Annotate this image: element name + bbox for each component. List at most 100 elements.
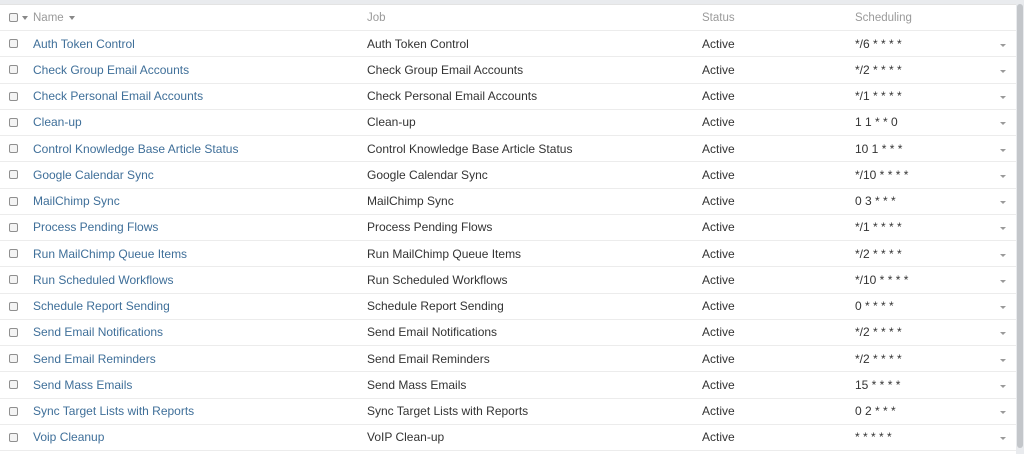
table-row[interactable]: Run MailChimp Queue Items Run MailChimp Q… [0,241,1016,268]
row-select[interactable] [9,241,18,266]
row-name-link[interactable]: Send Email Reminders [33,352,156,366]
row-checkbox-icon[interactable] [9,170,18,180]
row-checkbox-icon[interactable] [9,380,18,390]
row-name-link[interactable]: Check Group Email Accounts [33,63,189,77]
table-row[interactable]: Clean-up Clean-up Active 1 1 * * 0 [0,110,1016,136]
row-checkbox-icon[interactable] [9,406,18,416]
row-checkbox-icon[interactable] [9,196,18,206]
row-menu-caret-icon[interactable] [1000,96,1006,100]
row-checkbox-icon[interactable] [9,275,18,285]
row-checkbox-icon[interactable] [9,117,18,127]
row-actions-menu[interactable] [1000,346,1006,371]
row-menu-caret-icon[interactable] [1000,332,1006,336]
row-menu-caret-icon[interactable] [1000,437,1006,441]
row-checkbox-icon[interactable] [9,249,18,259]
table-row[interactable]: Run Scheduled Workflows Run Scheduled Wor… [0,267,1016,294]
table-row[interactable]: Send Mass Emails Send Mass Emails Active 15… [0,372,1016,399]
row-menu-caret-icon[interactable] [1000,384,1006,388]
row-name-link[interactable]: Voip Cleanup [33,430,104,444]
row-select[interactable] [9,320,18,345]
row-select[interactable] [9,425,18,450]
row-name-link[interactable]: Check Personal Email Accounts [33,89,203,103]
row-select[interactable] [9,399,18,424]
table-row[interactable]: MailChimp Sync MailChimp Sync Active 0 3 * … [0,189,1016,215]
row-name-cell[interactable]: Check Personal Email Accounts [33,84,203,109]
row-actions-menu[interactable] [1000,241,1006,266]
select-all-caret-icon[interactable] [22,15,28,20]
row-select[interactable] [9,346,18,371]
row-name-link[interactable]: Control Knowledge Base Article Status [33,142,238,156]
row-select[interactable] [9,189,18,214]
row-select[interactable] [9,162,18,187]
table-row[interactable]: Send Email Reminders Send Email Reminders… [0,346,1016,373]
row-name-link[interactable]: Run MailChimp Queue Items [33,247,187,261]
row-name-cell[interactable]: Sync Target Lists with Reports [33,399,194,424]
row-select[interactable] [9,110,18,135]
table-row[interactable]: Schedule Report Sending Schedule Report S… [0,294,1016,320]
row-checkbox-icon[interactable] [9,65,18,75]
row-name-link[interactable]: Process Pending Flows [33,220,158,234]
row-actions-menu[interactable] [1000,110,1006,135]
row-name-cell[interactable]: Check Group Email Accounts [33,57,189,82]
row-actions-menu[interactable] [1000,57,1006,82]
row-name-cell[interactable]: Send Email Reminders [33,346,156,371]
table-row[interactable]: Send Email Notifications Send Email Notif… [0,320,1016,346]
row-checkbox-icon[interactable] [9,327,18,337]
row-name-cell[interactable]: Voip Cleanup [33,425,104,450]
row-name-cell[interactable]: Auth Token Control [33,31,135,56]
row-name-cell[interactable]: Run Scheduled Workflows [33,267,174,292]
row-name-link[interactable]: Send Mass Emails [33,378,132,392]
table-row[interactable]: Process Pending Flows Process Pending Flo… [0,215,1016,241]
row-menu-caret-icon[interactable] [1000,174,1006,178]
row-select[interactable] [9,136,18,161]
row-menu-caret-icon[interactable] [1000,279,1006,283]
row-menu-caret-icon[interactable] [1000,69,1006,73]
row-name-link[interactable]: Schedule Report Sending [33,299,170,313]
sort-caret-icon[interactable] [68,15,75,20]
row-select[interactable] [9,372,18,397]
row-checkbox-icon[interactable] [9,144,18,154]
row-actions-menu[interactable] [1000,320,1006,345]
row-actions-menu[interactable] [1000,136,1006,161]
row-name-link[interactable]: Auth Token Control [33,37,135,51]
row-name-link[interactable]: Send Email Notifications [33,325,163,339]
table-row[interactable]: Check Personal Email Accounts Check Perso… [0,84,1016,110]
select-all-control[interactable] [9,5,28,30]
row-menu-caret-icon[interactable] [1000,43,1006,47]
table-row[interactable]: Check Group Email Accounts Check Group Em… [0,57,1016,84]
row-menu-caret-icon[interactable] [1000,227,1006,231]
row-actions-menu[interactable] [1000,294,1006,319]
row-name-cell[interactable]: Send Mass Emails [33,372,132,397]
row-menu-caret-icon[interactable] [1000,306,1006,310]
scrollbar-thumb[interactable] [1017,4,1023,448]
column-header-name-label[interactable]: Name [33,12,64,24]
row-name-cell[interactable]: Google Calendar Sync [33,162,154,187]
row-name-link[interactable]: Google Calendar Sync [33,168,154,182]
column-header-name[interactable]: Name [33,5,75,30]
row-name-link[interactable]: Clean-up [33,115,82,129]
row-menu-caret-icon[interactable] [1000,122,1006,126]
row-actions-menu[interactable] [1000,189,1006,214]
row-select[interactable] [9,267,18,292]
table-row[interactable]: Control Knowledge Base Article Status Con… [0,136,1016,163]
select-all-checkbox-icon[interactable] [9,13,18,22]
row-checkbox-icon[interactable] [9,354,18,364]
row-name-link[interactable]: Sync Target Lists with Reports [33,404,194,418]
row-select[interactable] [9,294,18,319]
row-select[interactable] [9,215,18,240]
row-actions-menu[interactable] [1000,84,1006,109]
row-name-cell[interactable]: Schedule Report Sending [33,294,170,319]
table-row[interactable]: Sync Target Lists with Reports Sync Targe… [0,399,1016,425]
row-name-link[interactable]: Run Scheduled Workflows [33,273,174,287]
row-actions-menu[interactable] [1000,267,1006,292]
row-name-cell[interactable]: Process Pending Flows [33,215,158,240]
row-checkbox-icon[interactable] [9,301,18,311]
row-name-cell[interactable]: MailChimp Sync [33,189,120,214]
row-actions-menu[interactable] [1000,162,1006,187]
row-name-cell[interactable]: Control Knowledge Base Article Status [33,136,238,161]
row-actions-menu[interactable] [1000,425,1006,450]
row-menu-caret-icon[interactable] [1000,201,1006,205]
row-menu-caret-icon[interactable] [1000,148,1006,152]
table-row[interactable]: Google Calendar Sync Google Calendar Sync… [0,162,1016,189]
row-actions-menu[interactable] [1000,31,1006,56]
